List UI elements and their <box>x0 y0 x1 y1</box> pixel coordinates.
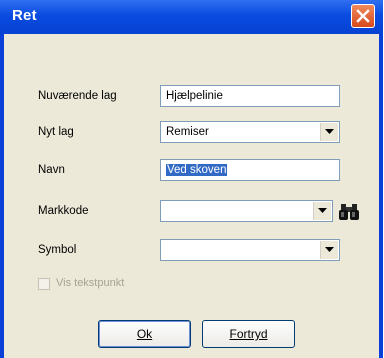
chevron-down-icon <box>325 129 334 134</box>
window-title: Ret <box>12 7 37 24</box>
dropdown-arrow-button[interactable] <box>320 241 338 259</box>
window-border <box>379 34 383 358</box>
cancel-button[interactable]: Fortryd <box>202 320 295 348</box>
current-layer-field[interactable]: Hjælpelinie <box>160 85 340 107</box>
dialog-body <box>4 34 379 358</box>
ok-button-label: Ok <box>136 327 153 341</box>
chevron-down-icon <box>318 208 327 213</box>
name-field[interactable]: Ved skoven <box>160 159 340 181</box>
close-icon <box>356 9 370 23</box>
ok-button[interactable]: Ok <box>98 320 191 348</box>
dialog-window: Ret Nuværende lag Hjælpelinie Nyt lag Re… <box>0 0 383 358</box>
cancel-button-label: Fortryd <box>229 327 268 341</box>
new-layer-select[interactable]: Remiser <box>160 121 340 143</box>
field-code-label: Markkode <box>38 205 89 217</box>
close-button[interactable] <box>351 4 375 28</box>
symbol-label: Symbol <box>38 244 77 256</box>
current-layer-label: Nuværende lag <box>38 90 117 102</box>
show-text-point-checkbox[interactable] <box>38 278 50 290</box>
field-code-select[interactable] <box>160 200 333 222</box>
show-text-point-label: Vis tekstpunkt <box>56 277 125 289</box>
new-layer-label: Nyt lag <box>38 126 74 138</box>
name-label: Navn <box>38 164 65 176</box>
new-layer-value: Remiser <box>166 126 209 138</box>
search-button[interactable] <box>338 201 360 223</box>
title-bar[interactable]: Ret <box>0 0 383 34</box>
chevron-down-icon <box>325 247 334 252</box>
dropdown-arrow-button[interactable] <box>313 202 331 220</box>
name-value: Ved skoven <box>166 164 228 176</box>
binoculars-icon <box>339 204 359 220</box>
dropdown-arrow-button[interactable] <box>320 123 338 141</box>
symbol-select[interactable] <box>160 239 340 261</box>
